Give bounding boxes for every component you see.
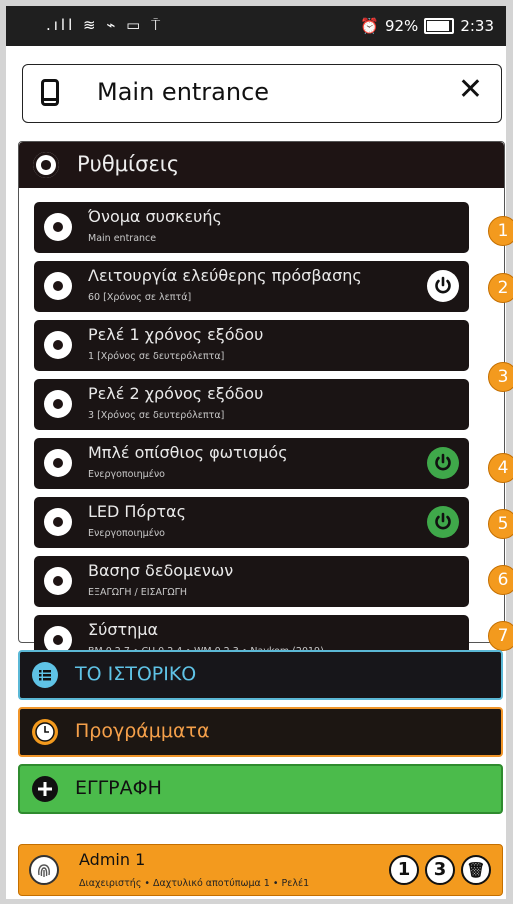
setting-subtitle: 3 [Χρόνος σε δευτερόλεπτα]	[88, 410, 225, 421]
settings-header[interactable]: Ρυθμίσεις	[19, 142, 504, 188]
setting-title: Λειτουργία ελεύθερης πρόσβασης	[88, 266, 362, 285]
setting-subtitle: ΕΞΑΓΩΓΗ / ΕΙΣΑΓΩΓΗ	[88, 587, 188, 598]
status-bar: .ıll ≋ ⌁ ▭ ⍑ ⏰ 92% 2:33	[6, 6, 506, 46]
gear-icon	[44, 567, 72, 595]
setting-title: Μπλέ οπίσθιος φωτισμός	[88, 443, 288, 462]
setting-title: LED Πόρτας	[88, 502, 186, 521]
callout-badge-1: 1	[488, 216, 513, 246]
setting-backlight[interactable]: Μπλέ οπίσθιος φωτισμός Ενεργοποιημένο	[34, 438, 469, 489]
alarm-icon: ⏰	[360, 17, 379, 35]
setting-device-name[interactable]: Όνομα συσκευής Main entrance	[34, 202, 469, 253]
setting-subtitle: 1 [Χρόνος σε δευτερόλεπτα]	[88, 351, 225, 362]
clock-icon	[32, 719, 58, 745]
page-title: Main entrance	[97, 78, 270, 106]
callout-badge-5: 5	[488, 509, 513, 539]
callout-badge-2: 2	[488, 273, 513, 303]
setting-subtitle: Main entrance	[88, 233, 157, 244]
app-screen: .ıll ≋ ⌁ ▭ ⍑ ⏰ 92% 2:33 Main entrance ✕ …	[6, 6, 513, 899]
phone-icon	[41, 79, 59, 106]
callout-badge-3: 3	[488, 362, 513, 392]
gear-icon	[33, 152, 59, 178]
setting-subtitle: 60 [Χρόνος σε λεπτά]	[88, 292, 192, 303]
user-badge-3[interactable]: 3	[425, 855, 455, 885]
programs-section[interactable]: Προγράμματα	[18, 707, 503, 757]
battery-icon	[424, 18, 455, 34]
callout-badge-4: 4	[488, 453, 513, 483]
status-icons: .ıll ≋ ⌁ ▭ ⍑	[46, 16, 164, 34]
setting-relay-1[interactable]: Ρελέ 1 χρόνος εξόδου 1 [Χρόνος σε δευτερ…	[34, 320, 469, 371]
user-name: Admin 1	[79, 850, 146, 869]
trash-icon[interactable]: 🗑	[461, 855, 491, 885]
register-section[interactable]: ΕΓΓΡΑΦΗ	[18, 764, 503, 814]
user-details: Διαχειριστής • Δαχτυλικό αποτύπωμα 1 • Ρ…	[79, 878, 310, 889]
gear-icon	[44, 272, 72, 300]
setting-door-led[interactable]: LED Πόρτας Ενεργοποιημένο	[34, 497, 469, 548]
setting-database[interactable]: Βασησ δεδομενων ΕΞΑΓΩΓΗ / ΕΙΣΑΓΩΓΗ	[34, 556, 469, 607]
setting-title: Ρελέ 2 χρόνος εξόδου	[88, 384, 264, 403]
register-title: ΕΓΓΡΑΦΗ	[75, 777, 162, 799]
user-card[interactable]: Admin 1 Διαχειριστής • Δαχτυλικό αποτύπω…	[18, 844, 503, 896]
power-icon[interactable]	[427, 447, 459, 479]
settings-title: Ρυθμίσεις	[77, 152, 180, 176]
callout-badge-7: 7	[488, 621, 513, 651]
close-icon[interactable]: ✕	[458, 75, 483, 105]
gear-icon	[44, 508, 72, 536]
list-icon	[32, 662, 58, 688]
gear-icon	[44, 331, 72, 359]
setting-subtitle: Ενεργοποιημένο	[88, 528, 165, 539]
clock: 2:33	[460, 17, 494, 35]
fingerprint-icon	[29, 855, 59, 885]
setting-title: Βασησ δεδομενων	[88, 561, 234, 580]
programs-title: Προγράμματα	[75, 720, 210, 742]
setting-title: Σύστημα	[88, 620, 159, 639]
callout-badge-6: 6	[488, 565, 513, 595]
setting-title: Όνομα συσκευής	[88, 207, 222, 226]
device-header: Main entrance ✕	[22, 64, 502, 123]
gear-icon	[44, 449, 72, 477]
history-section[interactable]: ΤΟ ΙΣΤΟΡΙΚΟ	[18, 650, 503, 700]
plus-icon	[32, 776, 58, 802]
setting-title: Ρελέ 1 χρόνος εξόδου	[88, 325, 264, 344]
status-right: ⏰ 92% 2:33	[360, 17, 494, 35]
setting-free-access[interactable]: Λειτουργία ελεύθερης πρόσβασης 60 [Χρόνο…	[34, 261, 469, 312]
setting-subtitle: Ενεργοποιημένο	[88, 469, 165, 480]
power-icon[interactable]	[427, 506, 459, 538]
gear-icon	[44, 390, 72, 418]
gear-icon	[44, 213, 72, 241]
setting-relay-2[interactable]: Ρελέ 2 χρόνος εξόδου 3 [Χρόνος σε δευτερ…	[34, 379, 469, 430]
power-icon[interactable]	[427, 270, 459, 302]
user-badge-1[interactable]: 1	[389, 855, 419, 885]
history-title: ΤΟ ΙΣΤΟΡΙΚΟ	[75, 663, 197, 685]
battery-level: 92%	[384, 17, 419, 35]
